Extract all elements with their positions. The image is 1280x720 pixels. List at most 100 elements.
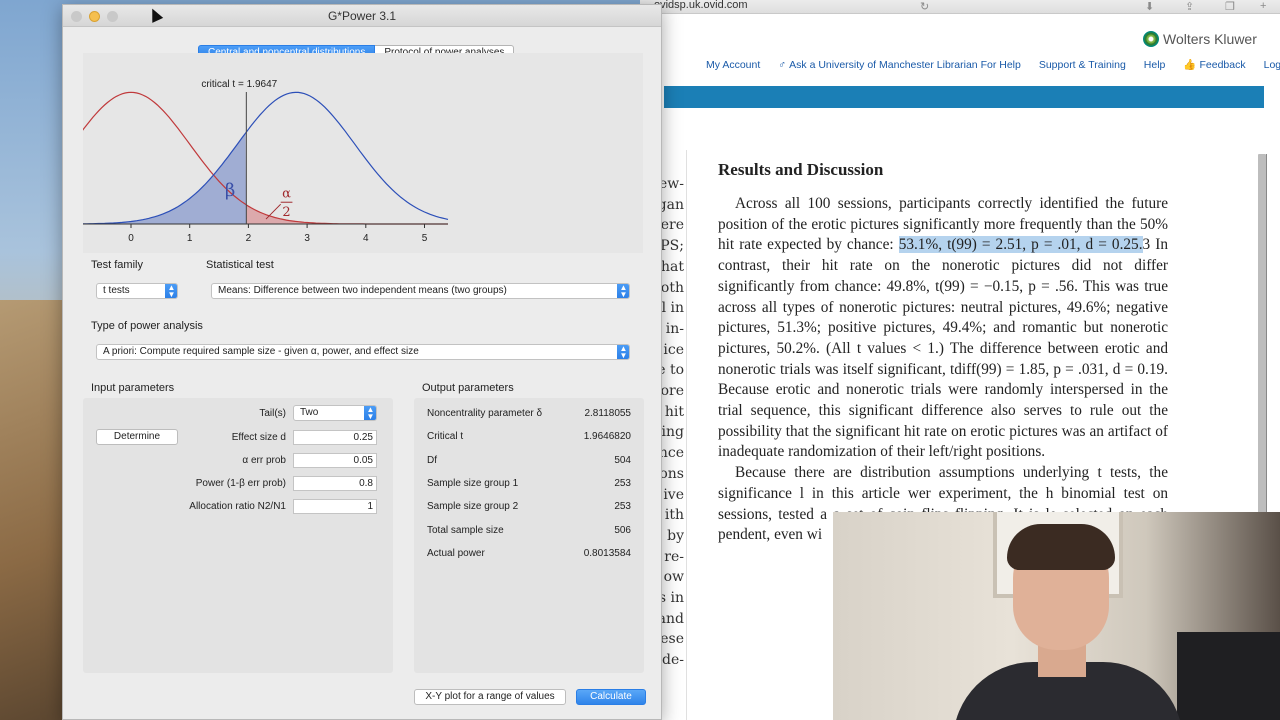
effect-size-label: Effect size d xyxy=(231,432,286,443)
input-parameters-panel: Tail(s) Two ▲ ▼ Determine Effect size d 0… xyxy=(83,398,393,673)
central-curve xyxy=(83,91,448,225)
output-label: Total sample size xyxy=(427,524,504,536)
site-nav: My Account ♂ Ask a University of Manchest… xyxy=(706,58,1280,72)
output-parameters-header: Output parameters xyxy=(422,382,514,394)
section-heading: Results and Discussion xyxy=(718,160,884,179)
power-analysis-label: Type of power analysis xyxy=(91,320,203,332)
text-fragment: ing xyxy=(661,424,684,441)
output-value: 1.9646820 xyxy=(583,431,631,443)
allocation-ratio-label: Allocation ratio N2/N1 xyxy=(189,501,286,512)
updown-arrows-icon: ▲ ▼ xyxy=(165,284,177,298)
statistical-test-label: Statistical test xyxy=(206,259,274,271)
text-fragment: ew- xyxy=(659,176,684,192)
text-fragment: hat xyxy=(661,258,684,275)
logo-flower-icon xyxy=(1143,31,1159,47)
url-bar[interactable]: ovidsp.uk.ovid.com xyxy=(654,0,748,11)
share-icon[interactable]: ⇪ xyxy=(1185,0,1194,13)
beta-label: β xyxy=(225,180,235,201)
text-fragment: by xyxy=(667,527,684,544)
reload-icon[interactable]: ↻ xyxy=(920,0,929,13)
wolters-kluwer-logo[interactable]: Wolters Kluwer xyxy=(1143,31,1257,47)
browser-toolbar: ovidsp.uk.ovid.com ↻ ⬇ ⇪ ❐ + xyxy=(640,0,1280,14)
tails-label: Tail(s) xyxy=(259,408,286,419)
text-fragment: ith xyxy=(664,507,684,524)
tails-value: Two xyxy=(300,407,319,418)
output-label: Df xyxy=(427,454,437,466)
highlighted-result[interactable]: 53.1%, t(99) = 2.51, p = .01, d = 0.25. xyxy=(898,236,1143,254)
text-fragment: ese xyxy=(660,631,684,648)
output-label: Actual power xyxy=(427,547,485,559)
paper-body: Across all 100 sessions, participants co… xyxy=(718,194,1168,546)
output-label: Sample size group 1 xyxy=(427,477,519,489)
nav-feedback-label: Feedback xyxy=(1199,58,1246,71)
text-fragment: oth xyxy=(660,279,684,296)
output-value: 2.8118055 xyxy=(584,408,631,419)
nav-help[interactable]: Help xyxy=(1144,58,1166,71)
desktop-wall-photo xyxy=(0,300,70,720)
statistical-test-value: Means: Difference between two independen… xyxy=(218,285,507,296)
output-value: 253 xyxy=(614,477,631,489)
updown-arrows-icon: ▲ ▼ xyxy=(617,284,629,298)
calculate-button[interactable]: Calculate xyxy=(576,689,646,705)
text-fragment: ice xyxy=(663,341,684,358)
x-tick-label: 4 xyxy=(363,233,369,244)
nav-my-account[interactable]: My Account xyxy=(706,58,760,71)
gpower-window: G*Power 3.1 Central and noncentral distr… xyxy=(62,4,662,720)
output-label: Noncentrality parameter δ xyxy=(427,408,543,419)
text-fragment: ore xyxy=(660,383,684,399)
text-fragment: ere xyxy=(660,217,684,234)
power-analysis-select[interactable]: A priori: Compute required sample size -… xyxy=(96,344,630,360)
text-fragment: re- xyxy=(664,548,684,565)
nav-support[interactable]: Support & Training xyxy=(1039,58,1126,71)
webcam-person-hair xyxy=(1007,524,1115,570)
x-tick-label: 0 xyxy=(128,233,134,244)
text-fragment: PS; xyxy=(660,238,684,255)
power-field[interactable]: 0.8 xyxy=(293,476,377,491)
download-icon[interactable]: ⬇ xyxy=(1145,0,1154,13)
text-fragment: ow xyxy=(663,569,684,586)
nav-ask-librarian-label: Ask a University of Manchester Librarian… xyxy=(789,58,1021,71)
site-banner xyxy=(664,86,1264,108)
statistical-test-select[interactable]: Means: Difference between two independen… xyxy=(211,283,630,299)
text-fragment: ive xyxy=(663,486,684,503)
nav-ask-librarian[interactable]: ♂ Ask a University of Manchester Libraria… xyxy=(778,58,1021,71)
text-fragment: ons xyxy=(659,465,684,482)
distribution-plot-svg: -3-2-10123450.30.20.10critical t = 1.964… xyxy=(83,79,449,244)
test-family-select[interactable]: t tests ▲ ▼ xyxy=(96,283,178,299)
librarian-icon: ♂ xyxy=(778,58,787,71)
critical-t-label: critical t = 1.9647 xyxy=(201,79,277,90)
paper-text: Results and Discussion Across all 100 se… xyxy=(718,160,1168,546)
para1-continued: 3 In contrast, their hit rate on the non… xyxy=(718,236,1168,461)
site-header: Wolters Kluwer My Account ♂ Ask a Univers… xyxy=(640,14,1280,86)
tails-select[interactable]: Two ▲ ▼ xyxy=(293,405,377,421)
xy-plot-button[interactable]: X-Y plot for a range of values xyxy=(414,689,566,705)
text-fragment: in- xyxy=(665,320,684,337)
text-fragment: s in xyxy=(658,590,684,606)
tabs-icon[interactable]: ❐ xyxy=(1225,0,1235,13)
output-label: Critical t xyxy=(427,431,464,443)
nav-logoff[interactable]: Logoff xyxy=(1264,58,1280,71)
alpha-field[interactable]: 0.05 xyxy=(293,453,377,468)
x-tick-label: 5 xyxy=(422,233,428,244)
x-tick-label: 3 xyxy=(304,233,310,244)
column-divider xyxy=(686,150,687,720)
output-value: 504 xyxy=(614,454,631,466)
x-tick-label: 2 xyxy=(246,233,252,244)
determine-button[interactable]: Determine xyxy=(96,429,178,445)
output-value: 0.8013584 xyxy=(583,547,631,559)
nav-feedback[interactable]: 👍 Feedback xyxy=(1183,58,1246,72)
scrollbar[interactable] xyxy=(1258,154,1266,524)
alpha-denominator: 2 xyxy=(282,205,290,220)
add-tab-icon[interactable]: + xyxy=(1260,0,1266,12)
updown-arrows-icon: ▲ ▼ xyxy=(364,406,376,420)
input-parameters-header: Input parameters xyxy=(91,382,175,394)
test-family-value: t tests xyxy=(103,285,130,296)
text-fragment: nce xyxy=(658,445,684,462)
beta-region xyxy=(83,133,247,224)
effect-size-field[interactable]: 0.25 xyxy=(293,430,377,445)
noncentral-curve xyxy=(83,91,449,225)
webcam-overlay xyxy=(833,512,1280,720)
allocation-ratio-field[interactable]: 1 xyxy=(293,499,377,514)
power-analysis-value: A priori: Compute required sample size -… xyxy=(103,346,419,357)
logo-text: Wolters Kluwer xyxy=(1163,31,1257,47)
